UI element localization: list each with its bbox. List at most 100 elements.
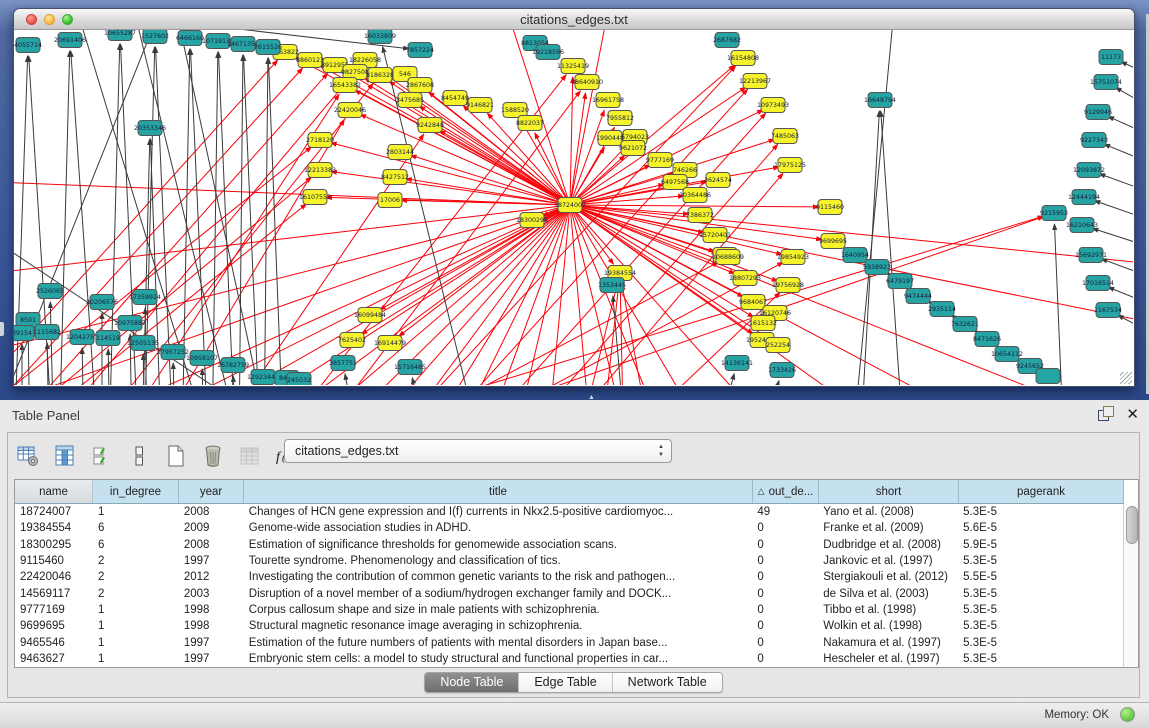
graph-node-label: 10654112 bbox=[991, 351, 1023, 358]
column-header-year[interactable]: year bbox=[179, 480, 244, 503]
graph-node-label: 12923448 bbox=[247, 374, 279, 381]
select-columns-button[interactable] bbox=[88, 442, 116, 470]
table-cell: 2008 bbox=[179, 506, 244, 518]
table-cell: Genome-wide association studies in ADHD. bbox=[244, 522, 753, 534]
table-cell: 1997 bbox=[179, 653, 244, 665]
graph-node-label: 12444194 bbox=[1068, 194, 1100, 201]
graph-node-label: 19854923 bbox=[777, 254, 809, 261]
graph-node-label: 1353445 bbox=[598, 282, 626, 289]
table-cell: 9777169 bbox=[15, 604, 93, 616]
table-cell: Changes of HCN gene expression and I(f) … bbox=[244, 506, 753, 518]
graph-node-label: 1733426 bbox=[768, 367, 796, 374]
tab-edge-table[interactable]: Edge Table bbox=[519, 673, 612, 692]
graph-node-label: 114519 bbox=[96, 335, 120, 342]
table-cell: 5.6E-5 bbox=[958, 522, 1123, 534]
table-row[interactable]: 946362711997Embryonic stem cells: a mode… bbox=[15, 651, 1123, 667]
graph-node-label: 20206576 bbox=[86, 299, 118, 306]
graph-node-label: 2867608 bbox=[406, 82, 434, 89]
graph-node-label: 9777169 bbox=[646, 157, 674, 164]
column-header-name[interactable]: name bbox=[15, 480, 93, 503]
import-table-button bbox=[236, 442, 264, 470]
table-cell: Investigating the contribution of common… bbox=[244, 571, 753, 583]
graph-node-label: 17957252 bbox=[157, 349, 189, 356]
graph-node-label: 9227343 bbox=[1080, 137, 1108, 144]
graph-node-label: 15720401 bbox=[699, 232, 731, 239]
graph-node-label: 3857751 bbox=[329, 360, 357, 367]
table-row[interactable]: 946554611997Estimation of the future num… bbox=[15, 634, 1123, 650]
table-row[interactable]: 1872400712008Changes of HCN gene express… bbox=[15, 504, 1123, 520]
table-row[interactable]: 911546021997Tourette syndrome. Phenomeno… bbox=[15, 553, 1123, 569]
table-panel-body: f(x) citations_edges.txt ▲▼ namein_degre… bbox=[7, 432, 1140, 698]
graph-node[interactable] bbox=[1036, 369, 1060, 384]
graph-node-label: 16914479 bbox=[374, 340, 406, 347]
network-window-titlebar[interactable]: citations_edges.txt bbox=[14, 9, 1134, 30]
tab-network-table[interactable]: Network Table bbox=[613, 673, 722, 692]
create-table-button[interactable] bbox=[162, 442, 190, 470]
citation-network-graph[interactable]: 1872400774638228860123891295518226058982… bbox=[14, 30, 1133, 385]
table-cell: 0 bbox=[752, 604, 818, 616]
table-selector-dropdown[interactable]: citations_edges.txt ▲▼ bbox=[284, 439, 672, 463]
table-cell: Dudbridge et al. (2008) bbox=[818, 539, 958, 551]
graph-node-label: 19218596 bbox=[532, 49, 564, 56]
cytoscape-desktop: citations_edges.txt 18724007746382288601… bbox=[0, 0, 1149, 400]
column-header-out_de[interactable]: △out_de... bbox=[753, 480, 819, 503]
graph-node-label: 7632621 bbox=[951, 321, 979, 328]
graph-node-label: 3475685 bbox=[396, 97, 424, 104]
memory-status-label: Memory: OK bbox=[1044, 709, 1109, 721]
graph-node-label: 9242848 bbox=[416, 122, 444, 129]
table-row[interactable]: 977716911998Corpus callosum shape and si… bbox=[15, 602, 1123, 618]
table-cell: 6 bbox=[93, 522, 179, 534]
close-panel-icon[interactable]: ✕ bbox=[1126, 407, 1139, 422]
tab-node-table[interactable]: Node Table bbox=[425, 673, 519, 692]
table-cell: 5.3E-5 bbox=[958, 506, 1123, 518]
window-resize-grip[interactable] bbox=[1120, 372, 1132, 384]
graph-node-label: 18807293 bbox=[729, 275, 761, 282]
table-row[interactable]: 1830029562008Estimation of significance … bbox=[15, 537, 1123, 553]
row-height-button[interactable] bbox=[125, 442, 153, 470]
table-vertical-scrollbar[interactable] bbox=[1123, 504, 1138, 667]
table-settings-button[interactable] bbox=[14, 442, 42, 470]
table-cell: 1997 bbox=[179, 555, 244, 567]
status-bar: Memory: OK bbox=[0, 702, 1149, 728]
graph-node-label: 245032 bbox=[287, 377, 311, 384]
column-header-pagerank[interactable]: pagerank bbox=[959, 480, 1124, 503]
delete-table-button[interactable] bbox=[199, 442, 227, 470]
graph-node-label: 20364486 bbox=[679, 192, 711, 199]
left-splitter-handle[interactable] bbox=[0, 322, 4, 336]
graph-node-label: 17006 bbox=[380, 197, 400, 204]
graph-node-label: 19756928 bbox=[772, 282, 804, 289]
graph-node-label: 1990448 bbox=[596, 135, 624, 142]
graph-node-label: 12505135 bbox=[127, 340, 159, 347]
table-cell: 22420046 bbox=[15, 571, 93, 583]
graph-node-label: 2526065 bbox=[36, 288, 64, 295]
table-cell: 5.3E-5 bbox=[958, 620, 1123, 632]
show-column-button[interactable] bbox=[51, 442, 79, 470]
table-panel: Table Panel ✕ bbox=[0, 400, 1149, 702]
graph-node-label: 9115460 bbox=[816, 204, 844, 211]
table-cell: 49 bbox=[752, 506, 818, 518]
table-row[interactable]: 1938455462009Genome-wide association stu… bbox=[15, 520, 1123, 536]
table-row[interactable]: 2242004622012Investigating the contribut… bbox=[15, 569, 1123, 585]
graph-node-label: 15716485 bbox=[394, 364, 426, 371]
table-cell: 2 bbox=[93, 588, 179, 600]
network-canvas[interactable]: 1872400774638228860123891295518226058982… bbox=[14, 30, 1133, 385]
table-row[interactable]: 1456911722003Disruption of a novel membe… bbox=[15, 585, 1123, 601]
table-cell: Corpus callosum shape and size in male p… bbox=[244, 604, 753, 616]
table-cell: Estimation of significance thresholds fo… bbox=[244, 539, 753, 551]
graph-node-label: 9827508 bbox=[341, 69, 369, 76]
table-cell: 0 bbox=[752, 522, 818, 534]
column-header-short[interactable]: short bbox=[819, 480, 959, 503]
column-header-title[interactable]: title bbox=[244, 480, 753, 503]
graph-node-label: 9146821 bbox=[466, 102, 494, 109]
table-row[interactable]: 969969511998Structural magnetic resonanc… bbox=[15, 618, 1123, 634]
network-view-window: citations_edges.txt 18724007746382288601… bbox=[13, 8, 1135, 387]
table-cell: Hescheler et al. (1997) bbox=[818, 653, 958, 665]
sort-ascending-icon: △ bbox=[758, 486, 765, 497]
graph-node-label: 9129946 bbox=[1084, 109, 1112, 116]
table-cell: 5.3E-5 bbox=[958, 637, 1123, 649]
float-panel-icon[interactable] bbox=[1098, 406, 1114, 422]
graph-node-label: 9474444 bbox=[904, 293, 932, 300]
scrollbar-thumb[interactable] bbox=[1126, 506, 1138, 544]
table-cell: 19384554 bbox=[15, 522, 93, 534]
column-header-in_degree[interactable]: in_degree bbox=[93, 480, 179, 503]
